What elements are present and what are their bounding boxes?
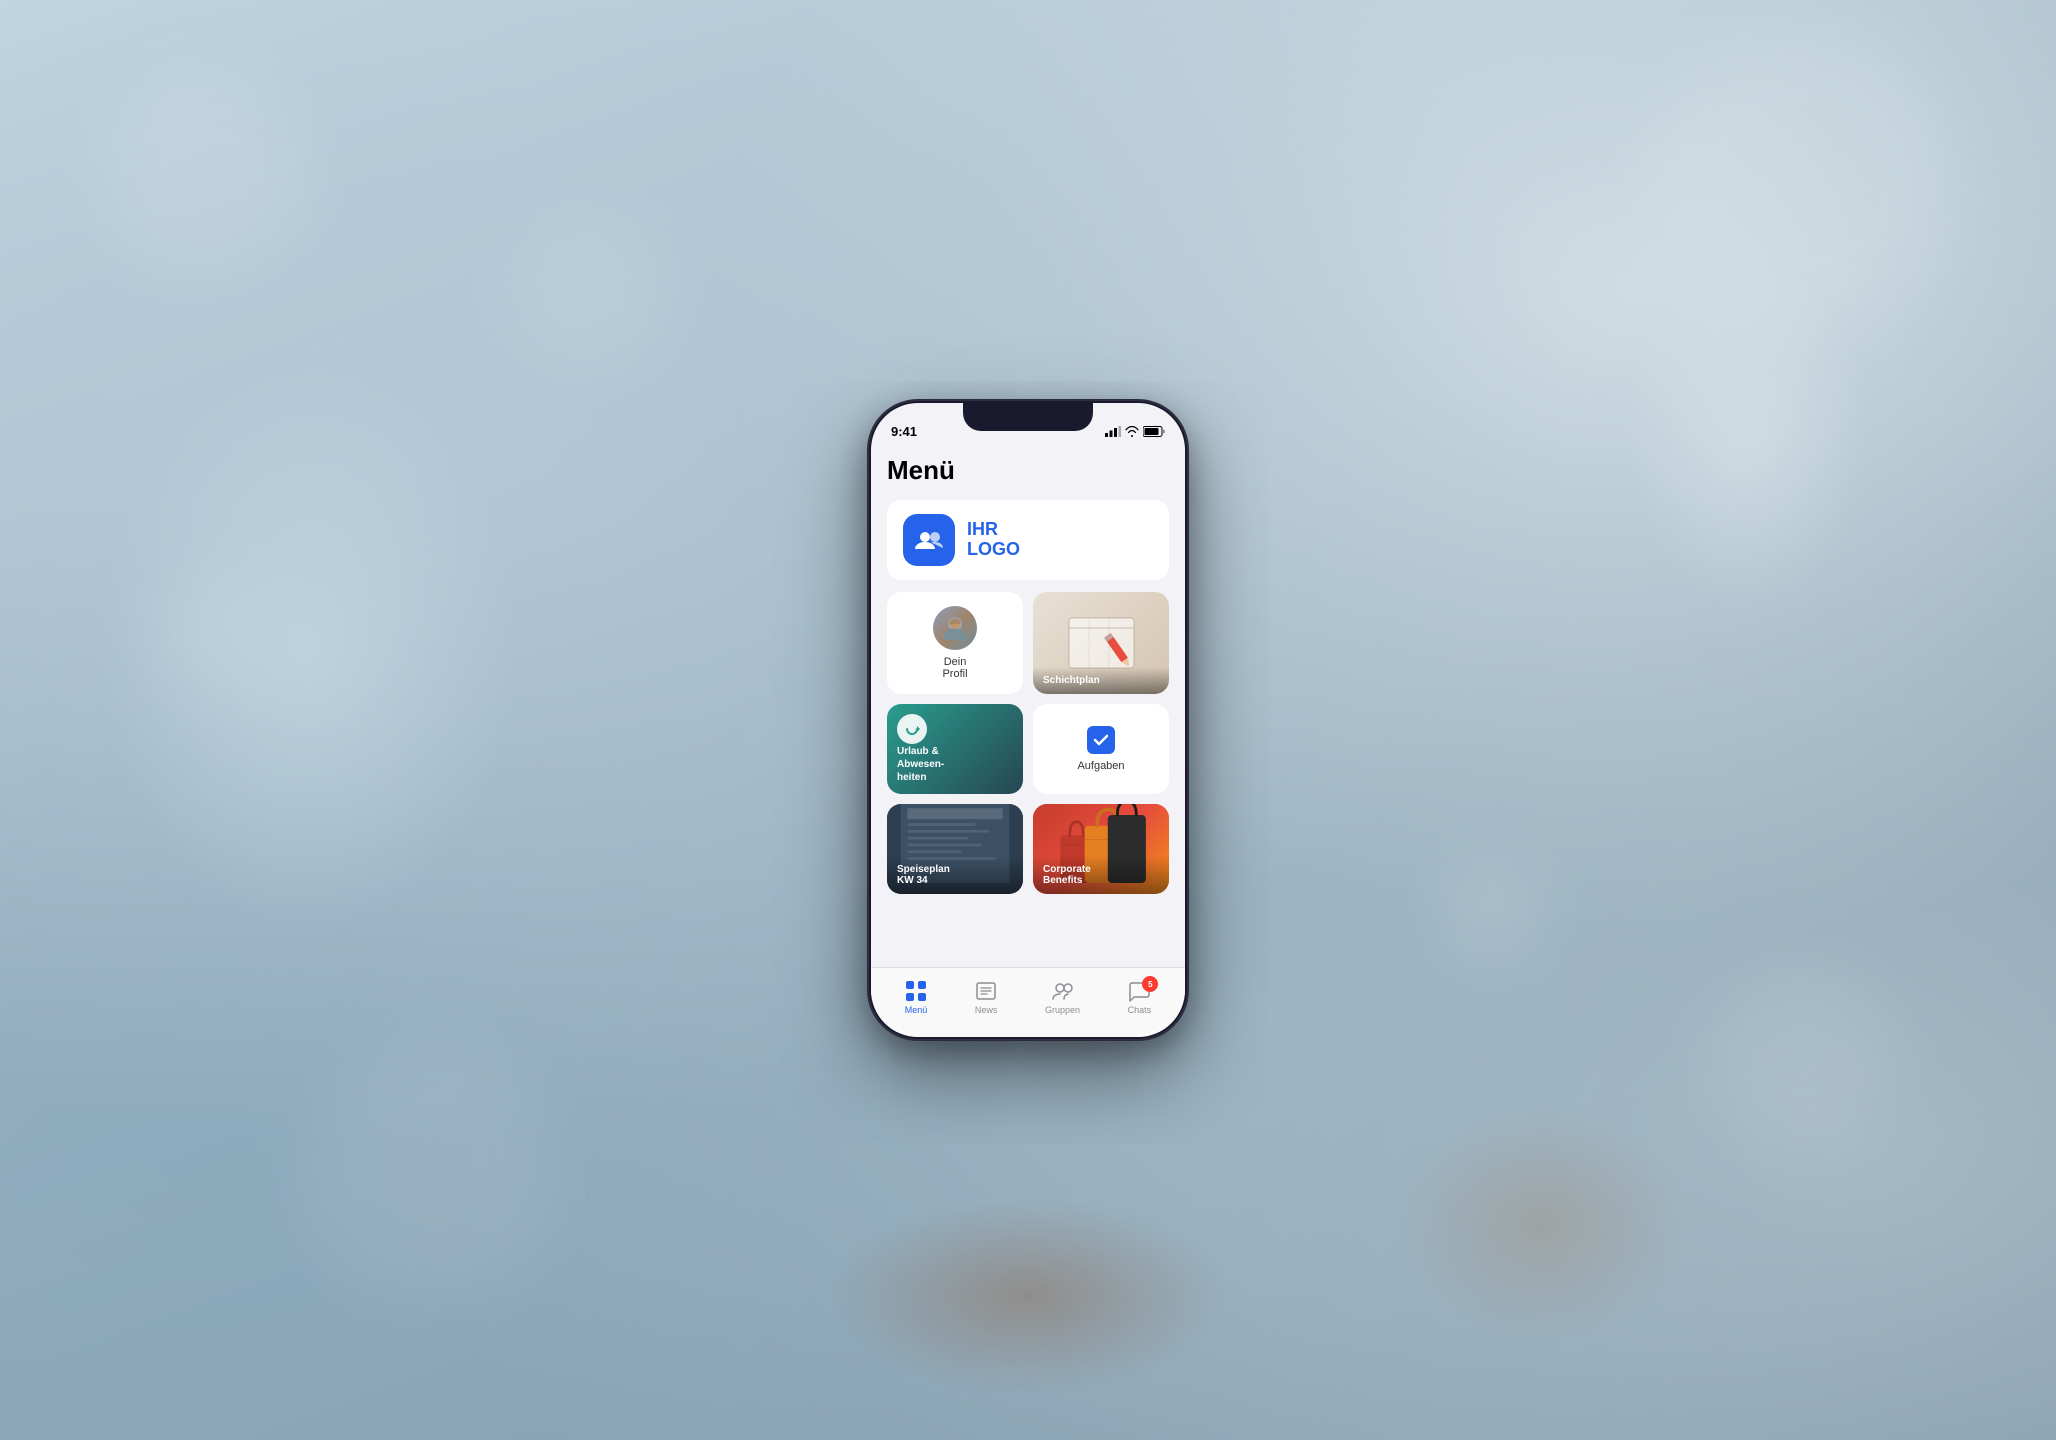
- status-time: 9:41: [891, 424, 917, 439]
- tab-news[interactable]: News: [975, 980, 998, 1015]
- urlaub-label: Urlaub &Abwesen-heiten: [897, 745, 944, 784]
- news-icon: [975, 980, 997, 1002]
- speiseplan-label: SpeiseplanKW 34: [887, 856, 1023, 894]
- phone-notch: [963, 403, 1093, 431]
- refresh-icon: [904, 721, 920, 737]
- menu-item-schichtplan[interactable]: Schichtplan: [1033, 592, 1169, 694]
- schichtplan-label: Schichtplan: [1033, 667, 1169, 694]
- tab-menu-label: Menü: [905, 1005, 928, 1015]
- screen-title: Menü: [887, 447, 1169, 500]
- phone-wrapper: 9:41: [868, 400, 1188, 1040]
- chats-icon-wrapper: 5: [1128, 980, 1150, 1002]
- signal-icon: [1105, 426, 1121, 437]
- check-box-icon: [1093, 732, 1109, 748]
- tab-chats[interactable]: 5 Chats: [1128, 980, 1152, 1015]
- screen-content: Menü IHR LOGO: [871, 447, 1185, 967]
- users-icon: [915, 529, 943, 551]
- logo-icon: [903, 514, 955, 566]
- gruppen-icon: [1052, 980, 1074, 1002]
- avatar-icon: [941, 614, 969, 642]
- logo-text: IHR LOGO: [967, 520, 1020, 560]
- phone-screen: 9:41: [871, 403, 1185, 1037]
- urlaub-icon: [897, 714, 927, 744]
- corporate-label: CorporateBenefits: [1033, 856, 1169, 894]
- logo-line2: LOGO: [967, 540, 1020, 560]
- tab-menu[interactable]: Menü: [905, 980, 928, 1015]
- menu-item-aufgaben[interactable]: Aufgaben: [1033, 704, 1169, 794]
- aufgaben-label: Aufgaben: [1077, 760, 1124, 772]
- logo-section[interactable]: IHR LOGO: [887, 500, 1169, 580]
- battery-icon: [1143, 426, 1165, 437]
- menu-grid: DeinProfil: [887, 592, 1169, 894]
- menu-item-profil[interactable]: DeinProfil: [887, 592, 1023, 694]
- schichtplan-svg: [1064, 613, 1139, 673]
- menu-item-corporate[interactable]: CorporateBenefits: [1033, 804, 1169, 894]
- phone-device: 9:41: [868, 400, 1188, 1040]
- tab-gruppen[interactable]: Gruppen: [1045, 980, 1080, 1015]
- profile-avatar: [933, 606, 977, 650]
- tab-gruppen-label: Gruppen: [1045, 1005, 1080, 1015]
- tab-bar: Menü News: [871, 967, 1185, 1037]
- tab-news-label: News: [975, 1005, 998, 1015]
- logo-line1: IHR: [967, 520, 1020, 540]
- chats-badge: 5: [1142, 976, 1158, 992]
- profil-label: DeinProfil: [942, 656, 967, 680]
- menu-item-urlaub[interactable]: Urlaub &Abwesen-heiten: [887, 704, 1023, 794]
- menu-grid-icon: [905, 980, 927, 1002]
- status-icons: [1105, 426, 1165, 437]
- wifi-icon: [1125, 426, 1139, 437]
- tab-chats-label: Chats: [1128, 1005, 1152, 1015]
- aufgaben-icon: [1087, 726, 1115, 754]
- menu-item-speiseplan[interactable]: SpeiseplanKW 34: [887, 804, 1023, 894]
